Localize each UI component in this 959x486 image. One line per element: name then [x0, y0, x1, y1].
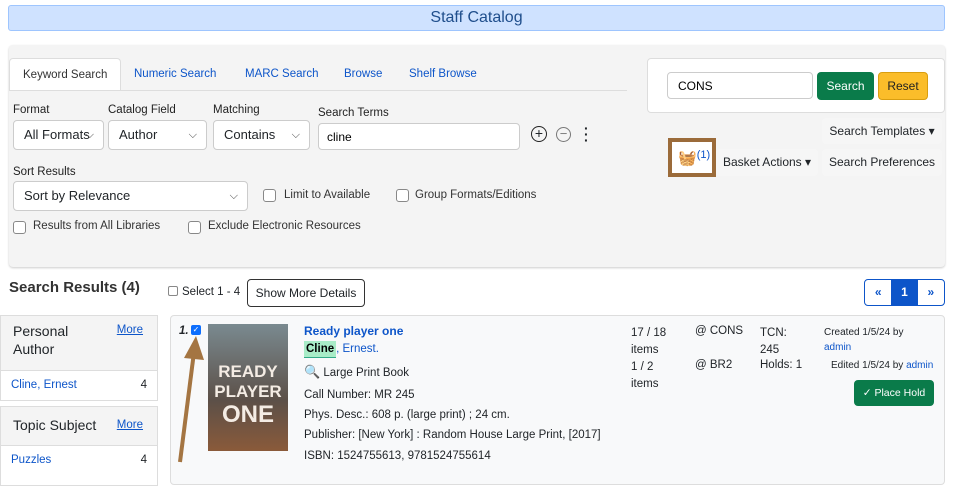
- copy-library: @ BR2: [695, 359, 733, 371]
- cover-text: ONE: [221, 401, 274, 428]
- catalog-field-label: Catalog Field: [108, 104, 176, 116]
- tcn: TCN: 245: [760, 327, 787, 356]
- chevron-down-icon: ⌵: [291, 129, 300, 141]
- org-input[interactable]: [667, 72, 813, 99]
- facet-item-count: 4: [140, 379, 147, 391]
- search-button[interactable]: Search: [817, 72, 874, 100]
- facet-personal-author: Personal Author More Cline, Ernest 4: [0, 315, 158, 401]
- field-value: Author: [119, 127, 158, 142]
- pagination: « 1 »: [864, 279, 945, 306]
- tab-shelf-browse[interactable]: Shelf Browse: [409, 58, 477, 90]
- sort-select[interactable]: Sort by Relevance ⌵: [13, 181, 248, 211]
- place-hold-label: Place Hold: [874, 387, 926, 399]
- chevron-down-icon: ⌵: [85, 129, 94, 141]
- sort-value: Sort by Relevance: [24, 188, 131, 203]
- call-number: Call Number: MR 245: [304, 389, 415, 401]
- author-rest: , Ernest.: [336, 343, 379, 355]
- format-label: Format: [13, 104, 50, 116]
- exclude-electronic-checkbox[interactable]: [188, 221, 201, 234]
- format-label: Large Print Book: [323, 367, 410, 379]
- record-title-link[interactable]: Ready player one: [304, 324, 403, 338]
- copy-library: @ CONS: [695, 325, 744, 337]
- arrow-head: [184, 336, 204, 360]
- facet-item-count: 4: [140, 454, 147, 466]
- tab-keyword-search[interactable]: Keyword Search: [9, 58, 122, 90]
- exclude-electronic-label: Exclude Electronic Resources: [208, 220, 361, 232]
- page-1[interactable]: 1: [891, 280, 918, 305]
- created-by-link[interactable]: admin: [824, 342, 851, 353]
- isbn: ISBN: 1524755613, 9781524755614: [304, 450, 491, 462]
- format-value: All Formats: [24, 127, 90, 142]
- catalog-field-select[interactable]: Author ⌵: [108, 120, 207, 150]
- matching-select[interactable]: Contains ⌵: [213, 120, 310, 150]
- show-more-details-button[interactable]: Show More Details: [247, 279, 365, 307]
- phys-desc: Phys. Desc.: 608 p. (large print) ; 24 c…: [304, 409, 510, 421]
- check-icon: ✓: [862, 387, 872, 399]
- facet-item-label[interactable]: Puzzles: [11, 454, 51, 466]
- facet-item[interactable]: Puzzles 4: [1, 445, 157, 474]
- group-formats-checkbox[interactable]: [396, 189, 409, 202]
- facet-more-link[interactable]: More: [117, 324, 143, 336]
- search-preferences-button[interactable]: Search Preferences: [822, 149, 942, 176]
- all-libraries-label: Results from All Libraries: [33, 220, 161, 232]
- sort-label: Sort Results: [13, 166, 76, 178]
- holds-count: Holds: 1: [760, 359, 803, 371]
- edited-label: Edited 1/5/24 by: [831, 360, 904, 371]
- facet-item[interactable]: Cline, Ernest 4: [1, 370, 157, 399]
- matching-label: Matching: [213, 104, 260, 116]
- facet-item-label[interactable]: Cline, Ernest: [11, 379, 77, 391]
- chevron-down-icon: ⌵: [188, 129, 197, 141]
- created-label: Created 1/5/24 by: [824, 327, 904, 338]
- book-cover-image[interactable]: READY PLAYER ONE: [208, 324, 288, 451]
- publisher: Publisher: [New York] : Random House Lar…: [304, 429, 601, 441]
- reset-button[interactable]: Reset: [878, 72, 928, 100]
- select-all-label: Select 1 - 4: [182, 286, 241, 298]
- record-format: 🔍 Large Print Book: [304, 364, 409, 380]
- copy-count: 1 / 2 items: [631, 361, 659, 390]
- cover-text: READY: [218, 362, 278, 381]
- all-libraries-checkbox[interactable]: [13, 221, 26, 234]
- tab-marc-search[interactable]: MARC Search: [245, 58, 319, 90]
- annotation-arrow-icon: [178, 336, 204, 463]
- record-author[interactable]: Cline, Ernest.: [304, 341, 379, 358]
- limit-available-label: Limit to Available: [284, 189, 371, 201]
- author-highlight: Cline: [304, 341, 337, 358]
- facet-more-link[interactable]: More: [117, 413, 143, 437]
- chevron-down-icon: ⌵: [229, 190, 238, 202]
- edited-info: Edited 1/5/24 by admin: [831, 360, 933, 371]
- page-title: Staff Catalog: [8, 5, 945, 31]
- add-row-icon[interactable]: +: [531, 126, 547, 142]
- basket-actions-button[interactable]: Basket Actions ▾: [716, 149, 818, 176]
- select-all-checkbox[interactable]: [168, 286, 178, 296]
- basket-actions-label: Basket Actions: [722, 155, 802, 169]
- matching-value: Contains: [224, 127, 276, 142]
- tab-numeric-search[interactable]: Numeric Search: [134, 58, 216, 90]
- search-terms-input[interactable]: [318, 123, 520, 150]
- created-info: Created 1/5/24 by admin: [824, 325, 904, 355]
- edited-by-link[interactable]: admin: [906, 360, 933, 371]
- basket-icon: 🧺: [678, 150, 697, 167]
- limit-available-checkbox[interactable]: [263, 189, 276, 202]
- large-print-book-icon: 🔍: [304, 364, 321, 379]
- format-select[interactable]: All Formats ⌵: [13, 120, 104, 150]
- next-page[interactable]: »: [918, 280, 944, 305]
- prev-page[interactable]: «: [865, 280, 891, 305]
- copy-count: 17 / 18 items: [631, 327, 667, 356]
- arrow-shaft: [178, 351, 196, 463]
- place-hold-button[interactable]: ✓ Place Hold: [854, 380, 934, 406]
- basket-button[interactable]: 🧺(1): [668, 138, 716, 177]
- facet-title: Topic Subject: [13, 417, 97, 433]
- group-formats-label: Group Formats/Editions: [415, 189, 537, 201]
- search-templates-button[interactable]: Search Templates ▾: [822, 118, 942, 144]
- cover-text: PLAYER: [214, 382, 282, 401]
- facet-title: Personal Author: [13, 323, 69, 357]
- search-terms-label: Search Terms: [318, 107, 389, 119]
- facet-topic-subject: Topic Subject More Puzzles 4: [0, 406, 158, 486]
- remove-row-icon[interactable]: −: [556, 127, 571, 142]
- search-templates-label: Search Templates: [829, 124, 926, 138]
- more-options-icon[interactable]: · · ·: [584, 121, 589, 147]
- basket-count: (1): [696, 149, 711, 161]
- tab-browse[interactable]: Browse: [344, 58, 382, 90]
- results-title: Search Results (4): [9, 279, 140, 296]
